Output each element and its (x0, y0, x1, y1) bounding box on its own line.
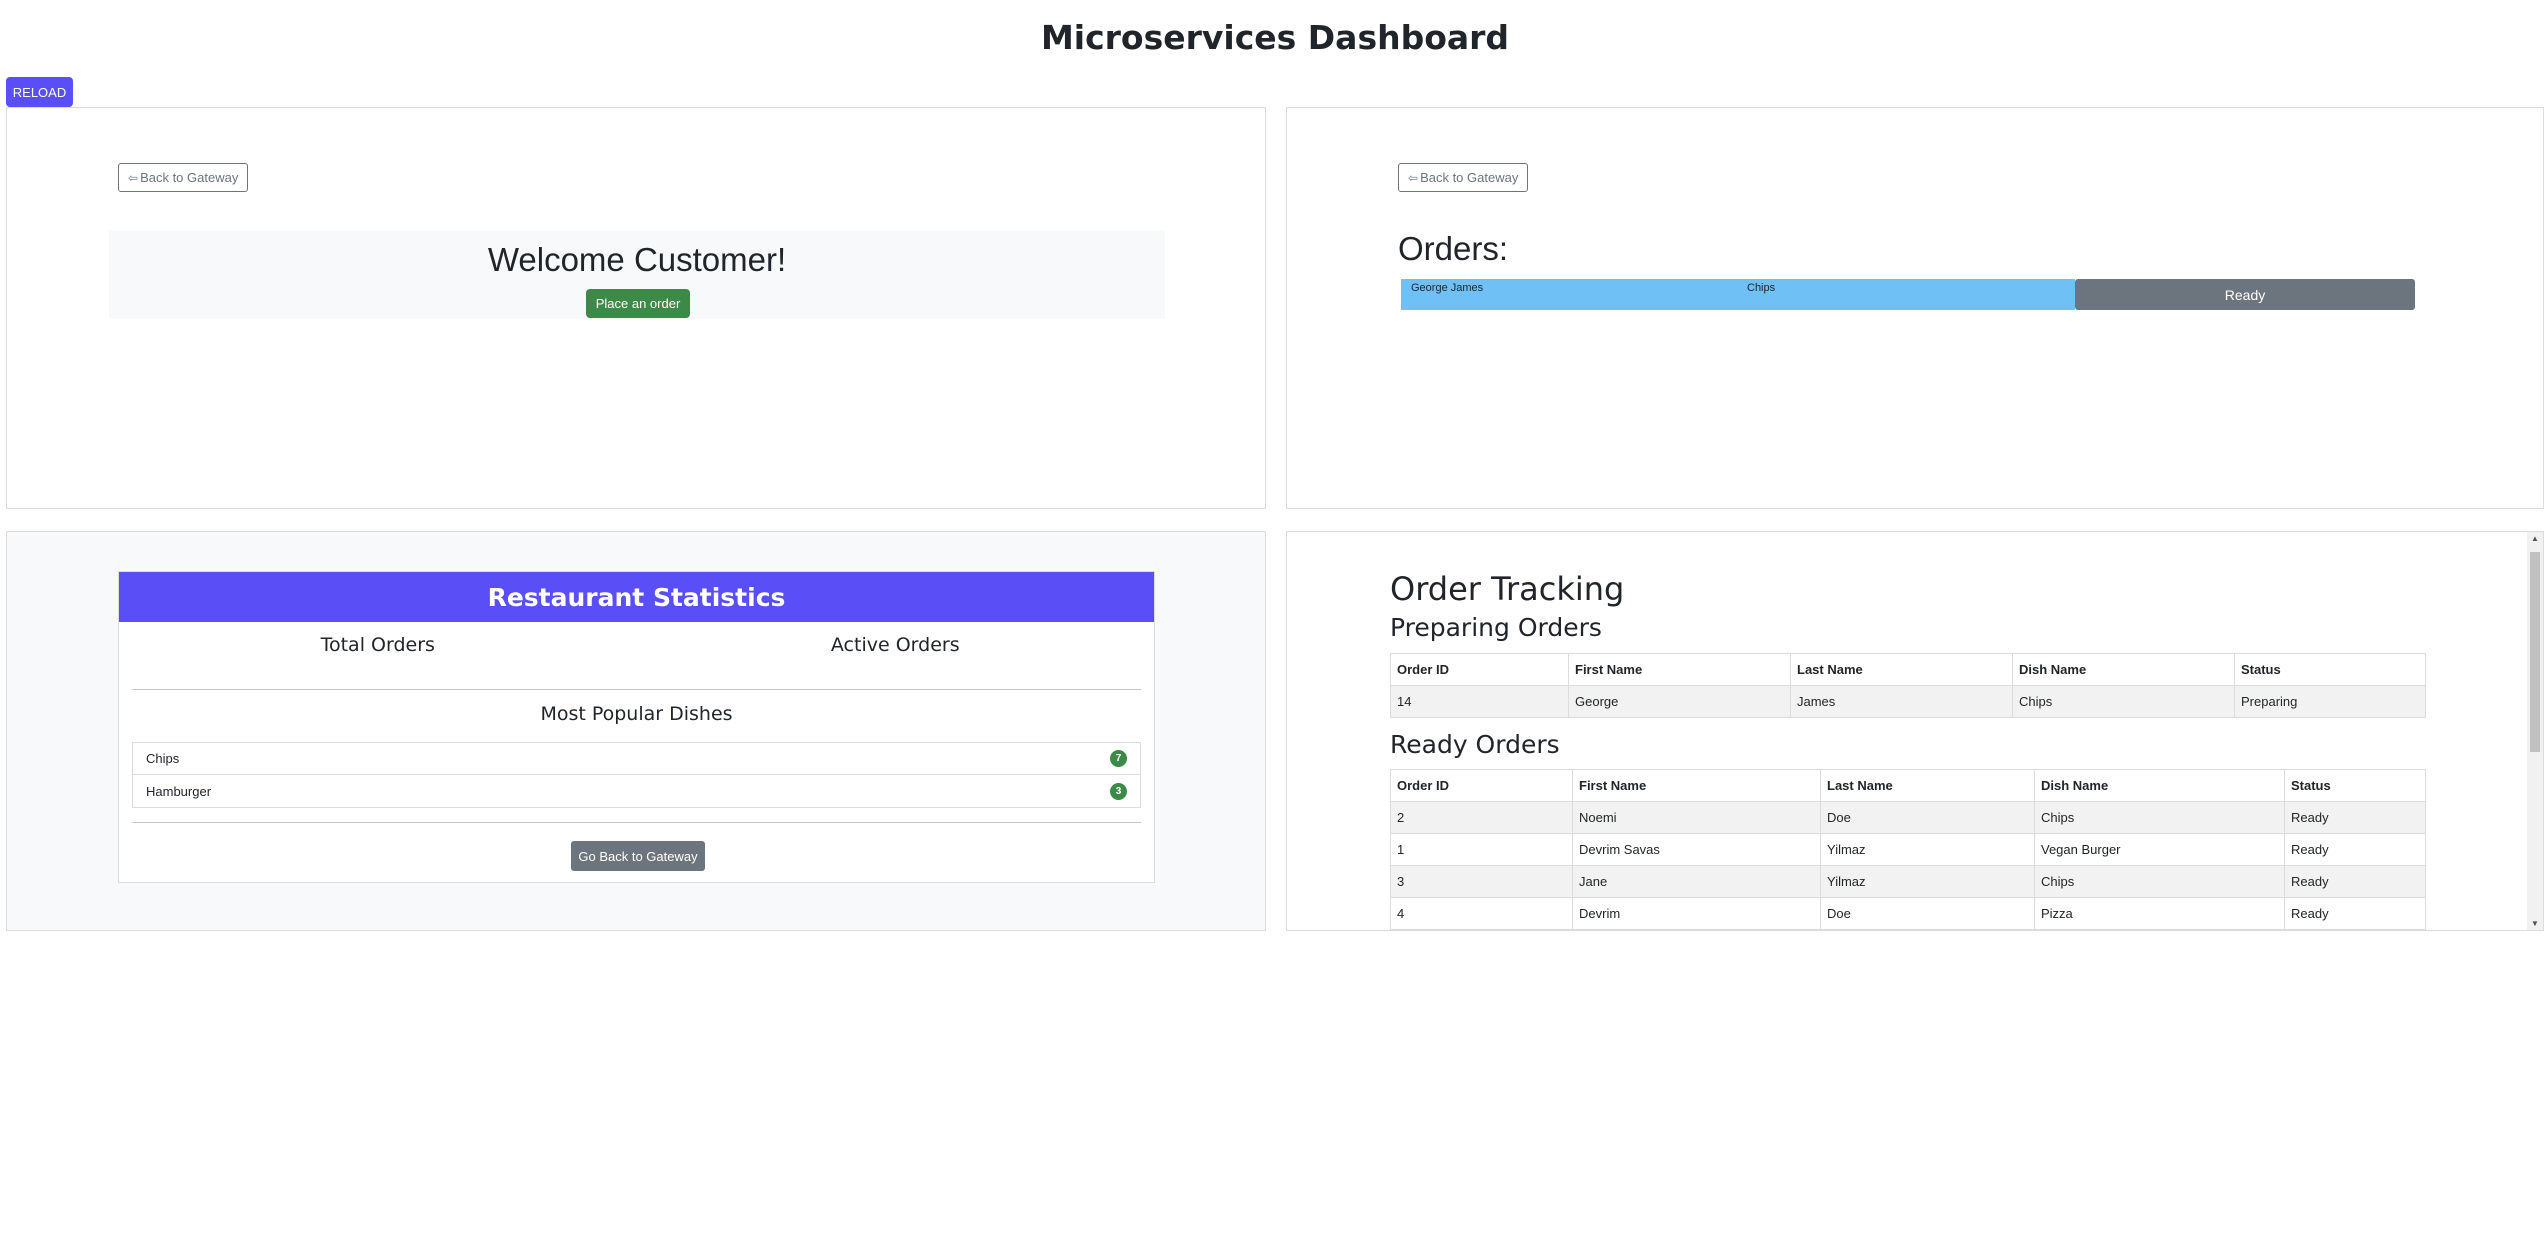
page-title: Microservices Dashboard (1040, 18, 1510, 57)
list-item: Hamburger 3 (133, 775, 1140, 807)
list-item: Chips 7 (133, 743, 1140, 775)
table-cell: Doe (1820, 897, 2035, 930)
table-cell: Noemi (1572, 801, 1821, 834)
table-cell: Jane (1572, 865, 1821, 898)
table-cell: George (1568, 685, 1791, 718)
table-row: 1 Devrim Savas Yilmaz Vegan Burger Ready (1390, 833, 2426, 866)
column-header: First Name (1572, 769, 1821, 802)
order-status-button[interactable]: Ready (2075, 279, 2415, 310)
count-badge: 3 (1110, 782, 1127, 800)
table-cell: Yilmaz (1820, 833, 2035, 866)
table-cell: Ready (2284, 833, 2426, 866)
back-to-gateway-label: Back to Gateway (140, 170, 239, 185)
column-header: Last Name (1820, 769, 2035, 802)
back-to-gateway-button[interactable]: ⇦ Back to Gateway (1398, 163, 1529, 192)
column-header: Order ID (1390, 769, 1573, 802)
table-cell: Devrim (1572, 897, 1821, 930)
table-row: 2 Noemi Doe Chips Ready (1390, 801, 2426, 834)
scroll-down-icon[interactable]: ▼ (2527, 919, 2543, 928)
order-info: George James Chips (1401, 279, 2075, 310)
stats-card: Restaurant Statistics Total Orders Activ… (118, 571, 1155, 883)
table-cell: 3 (1390, 865, 1573, 898)
back-arrow-icon: ⇦ (128, 170, 139, 185)
table-cell: 2 (1390, 801, 1573, 834)
order-customer-name: George James (1411, 282, 1484, 294)
table-row: 14 George James Chips Preparing (1390, 685, 2426, 718)
go-back-to-gateway-button[interactable]: Go Back to Gateway (571, 841, 705, 871)
reload-button[interactable]: RELOAD (6, 77, 73, 107)
table-cell: Ready (2284, 897, 2426, 930)
stats-header: Restaurant Statistics (119, 572, 1154, 622)
table-cell: Devrim Savas (1572, 833, 1821, 866)
vertical-scrollbar[interactable]: ▲ ▼ (2527, 532, 2543, 930)
table-cell: Pizza (2034, 897, 2285, 930)
place-order-button[interactable]: Place an order (586, 289, 690, 318)
back-to-gateway-button[interactable]: ⇦ Back to Gateway (118, 163, 249, 192)
table-cell: 4 (1390, 897, 1573, 930)
table-cell: 14 (1390, 685, 1569, 718)
column-header: First Name (1568, 653, 1791, 686)
preparing-orders-heading: Preparing Orders (1390, 613, 1602, 642)
ready-orders-table: Order ID First Name Last Name Dish Name … (1390, 769, 2426, 930)
back-to-gateway-label: Back to Gateway (1420, 170, 1519, 185)
table-row: 4 Devrim Doe Pizza Ready (1390, 897, 2426, 930)
stats-frame: Restaurant Statistics Total Orders Activ… (6, 531, 1266, 931)
table-cell: Chips (2034, 865, 2285, 898)
table-cell: James (1790, 685, 2013, 718)
table-header-row: Order ID First Name Last Name Dish Name … (1390, 769, 2426, 802)
scrollbar-thumb[interactable] (2530, 552, 2540, 752)
divider (132, 822, 1141, 823)
table-header-row: Order ID First Name Last Name Dish Name … (1390, 653, 2426, 686)
table-cell: 1 (1390, 833, 1573, 866)
tracking-frame: Order Tracking Preparing Orders Order ID… (1286, 531, 2544, 931)
orders-frame: ⇦ Back to Gateway Orders: George James C… (1286, 107, 2544, 509)
dish-name: Chips (146, 751, 180, 766)
table-row: 3 Jane Yilmaz Chips Ready (1390, 865, 2426, 898)
table-cell: Chips (2034, 801, 2285, 834)
orders-heading: Orders: (1398, 230, 1509, 267)
column-header: Status (2284, 769, 2426, 802)
column-header: Order ID (1390, 653, 1569, 686)
table-cell: Ready (2284, 865, 2426, 898)
preparing-orders-table: Order ID First Name Last Name Dish Name … (1390, 653, 2426, 718)
column-header: Status (2234, 653, 2426, 686)
column-header: Last Name (1790, 653, 2013, 686)
popular-dishes-heading: Most Popular Dishes (540, 703, 733, 725)
order-dish-name: Chips (1747, 282, 1776, 294)
active-orders-label: Active Orders (830, 634, 960, 656)
total-orders-label: Total Orders (320, 634, 435, 656)
column-header: Dish Name (2012, 653, 2235, 686)
table-cell: Doe (1820, 801, 2035, 834)
table-cell: Chips (2012, 685, 2235, 718)
welcome-heading: Welcome Customer! (487, 241, 787, 278)
customer-frame: ⇦ Back to Gateway Welcome Customer! Plac… (6, 107, 1266, 509)
divider (132, 689, 1141, 690)
table-cell: Ready (2284, 801, 2426, 834)
back-arrow-icon: ⇦ (1408, 170, 1419, 185)
table-cell: Vegan Burger (2034, 833, 2285, 866)
ready-orders-heading: Ready Orders (1390, 730, 1560, 759)
count-badge: 7 (1110, 750, 1127, 767)
column-header: Dish Name (2034, 769, 2285, 802)
order-tracking-heading: Order Tracking (1390, 570, 1625, 608)
table-cell: Yilmaz (1820, 865, 2035, 898)
dish-name: Hamburger (146, 783, 212, 799)
scroll-up-icon[interactable]: ▲ (2527, 534, 2543, 543)
dish-list: Chips 7 Hamburger 3 (132, 742, 1141, 808)
order-item: George James Chips Ready (1401, 279, 2415, 310)
welcome-panel: Welcome Customer! Place an order (109, 231, 1165, 319)
table-cell: Preparing (2234, 685, 2426, 718)
